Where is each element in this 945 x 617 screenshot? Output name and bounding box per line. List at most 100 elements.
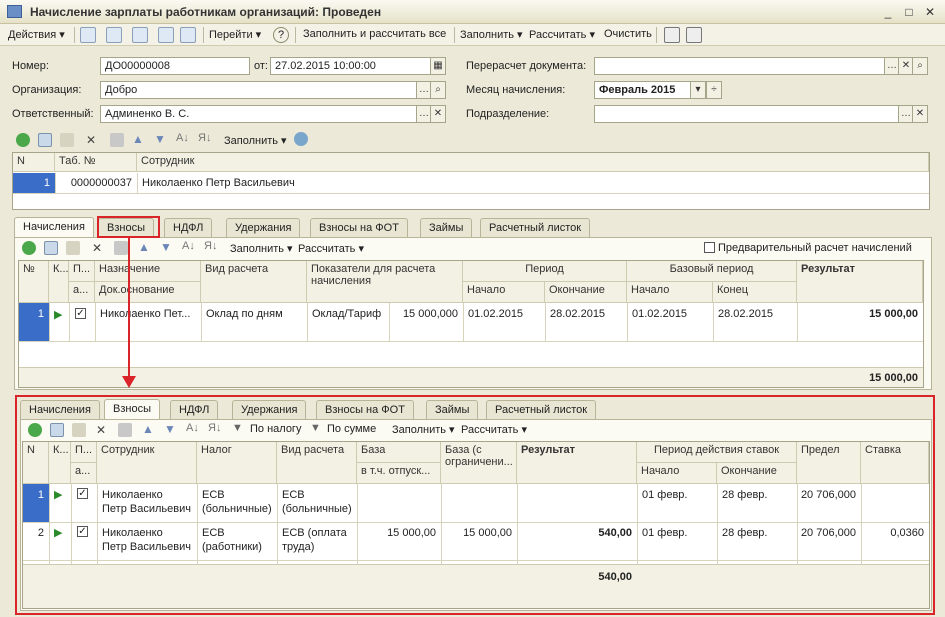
help-icon[interactable]: ? — [273, 27, 289, 43]
tab-accruals[interactable]: Начисления — [14, 217, 94, 238]
highlight-frame — [15, 395, 935, 615]
clear-icon[interactable]: ✕ — [430, 105, 446, 123]
tab-payslip[interactable]: Расчетный листок — [480, 218, 591, 237]
save-icon[interactable] — [114, 241, 128, 255]
column-header[interactable]: Док.основание — [95, 282, 201, 303]
list-icon[interactable] — [664, 27, 680, 43]
actions-menu[interactable]: Действия ▾ — [8, 28, 65, 41]
column-header[interactable]: Таб. № — [55, 153, 137, 172]
base-end-cell[interactable]: 28.02.2015 — [715, 306, 795, 322]
clear-icon[interactable]: ✕ — [912, 105, 928, 123]
print-icon[interactable] — [180, 27, 196, 43]
spin-icon[interactable]: ÷ — [706, 81, 722, 99]
delete-icon[interactable]: ✕ — [92, 241, 102, 255]
employees-fill-menu[interactable]: Заполнить ▾ — [224, 134, 287, 147]
sort-desc-icon[interactable]: Я↓ — [204, 240, 217, 252]
chevron-down-icon[interactable]: ▾ — [690, 81, 706, 99]
copy-row-icon[interactable] — [44, 241, 58, 255]
clear-button[interactable]: Очистить — [604, 28, 652, 40]
goto-menu[interactable]: Перейти ▾ — [209, 28, 261, 41]
tab-deductions[interactable]: Удержания — [226, 218, 301, 237]
base-start-cell[interactable]: 01.02.2015 — [629, 306, 711, 322]
column-header[interactable]: П... — [69, 261, 95, 282]
add-icon[interactable] — [16, 133, 30, 147]
recalc-label: Перерасчет документа: — [466, 60, 587, 72]
row-checkbox[interactable]: ✓ — [75, 308, 86, 319]
calendar-icon[interactable]: ▦ — [430, 57, 446, 75]
users-icon[interactable] — [294, 132, 308, 146]
month-field[interactable]: Февраль 2015 — [594, 81, 692, 99]
prelim-label: Предварительный расчет начислений — [718, 242, 912, 254]
column-header[interactable]: Конец — [713, 282, 797, 303]
sort-asc-icon[interactable]: A↓ — [176, 132, 189, 144]
save-icon[interactable] — [110, 133, 124, 147]
edit-icon[interactable] — [66, 241, 80, 255]
refresh-icon[interactable] — [106, 27, 122, 43]
move-up-icon[interactable]: ▲ — [132, 132, 144, 146]
recalc-field[interactable] — [594, 57, 886, 75]
column-header[interactable]: Период — [463, 261, 627, 282]
column-header[interactable]: Вид расчета — [201, 261, 307, 303]
responsible-label: Ответственный: — [12, 108, 94, 120]
tab-ndfl[interactable]: НДФЛ — [164, 218, 213, 237]
employee-name-cell[interactable]: Николаенко Петр Васильевич — [139, 175, 439, 191]
add-icon[interactable] — [22, 241, 36, 255]
accrual-name-cell[interactable]: Николаенко Пет... — [97, 306, 199, 322]
column-header[interactable]: Сотрудник — [137, 153, 929, 172]
column-header[interactable]: Начало — [627, 282, 713, 303]
period-start-cell[interactable]: 01.02.2015 — [465, 306, 543, 322]
column-header[interactable]: Начало — [463, 282, 545, 303]
prelim-checkbox[interactable] — [704, 242, 715, 253]
move-down-icon[interactable]: ▼ — [160, 240, 172, 254]
move-down-icon[interactable]: ▼ — [154, 132, 166, 146]
calc-type-cell[interactable]: Оклад по дням — [203, 306, 305, 322]
column-header[interactable]: Окончание — [545, 282, 627, 303]
column-header[interactable]: № — [19, 261, 49, 303]
calculate-menu[interactable]: Рассчитать ▾ — [529, 28, 595, 41]
number-field[interactable]: ДО00000008 — [100, 57, 250, 75]
column-header[interactable]: К... — [49, 261, 69, 303]
accruals-calc-menu[interactable]: Рассчитать ▾ — [298, 242, 364, 255]
sort-asc-icon[interactable]: A↓ — [182, 240, 195, 252]
indicator-value-cell[interactable]: 15 000,000 — [389, 306, 461, 322]
column-header[interactable]: Базовый период — [627, 261, 797, 282]
copy-row-icon[interactable] — [38, 133, 52, 147]
export-icon[interactable] — [158, 27, 174, 43]
accruals-total: 15 000,00 — [869, 372, 918, 384]
accruals-table: № К... П... а... Назначение Док.основани… — [18, 260, 924, 388]
sort-desc-icon[interactable]: Я↓ — [198, 132, 211, 144]
fill-menu[interactable]: Заполнить ▾ — [460, 28, 523, 41]
tab-loans[interactable]: Займы — [420, 218, 473, 237]
post-icon[interactable] — [80, 27, 96, 43]
minimize-button[interactable]: _ — [880, 4, 896, 20]
search-icon[interactable]: ⌕ — [430, 81, 446, 99]
accruals-fill-menu[interactable]: Заполнить ▾ — [230, 242, 293, 255]
responsible-field[interactable]: Админенко В. С. — [100, 105, 418, 123]
organization-field[interactable]: Добро — [100, 81, 418, 99]
separator — [203, 27, 204, 43]
result-cell[interactable]: 15 000,00 — [799, 306, 921, 322]
date-field[interactable]: 27.02.2015 10:00:00 — [270, 57, 432, 75]
tab-fot-contributions[interactable]: Взносы на ФОТ — [310, 218, 408, 237]
move-up-icon[interactable]: ▲ — [138, 240, 150, 254]
tab-number-cell[interactable]: 0000000037 — [55, 175, 135, 191]
column-header[interactable]: Показатели для расчета начисления — [307, 261, 463, 303]
period-end-cell[interactable]: 28.02.2015 — [547, 306, 625, 322]
fill-calc-all-button[interactable]: Заполнить и рассчитать все — [303, 28, 446, 40]
month-label: Месяц начисления: — [466, 84, 566, 96]
close-button[interactable]: ✕ — [922, 4, 938, 20]
number-label: Номер: — [12, 60, 49, 72]
edit-icon[interactable] — [60, 133, 74, 147]
row-number: 1 — [43, 177, 50, 189]
search-icon[interactable]: ⌕ — [912, 57, 928, 75]
column-header[interactable]: Результат — [797, 261, 923, 303]
copy-icon[interactable] — [132, 27, 148, 43]
department-field[interactable] — [594, 105, 900, 123]
column-header[interactable]: Назначение — [95, 261, 201, 282]
delete-icon[interactable]: ✕ — [86, 133, 96, 147]
column-header[interactable]: N — [13, 153, 55, 172]
column-header[interactable]: а... — [69, 282, 95, 303]
maximize-button[interactable]: □ — [901, 4, 917, 20]
indicator-cell[interactable]: Оклад/Тариф — [309, 306, 389, 322]
structure-icon[interactable] — [686, 27, 702, 43]
